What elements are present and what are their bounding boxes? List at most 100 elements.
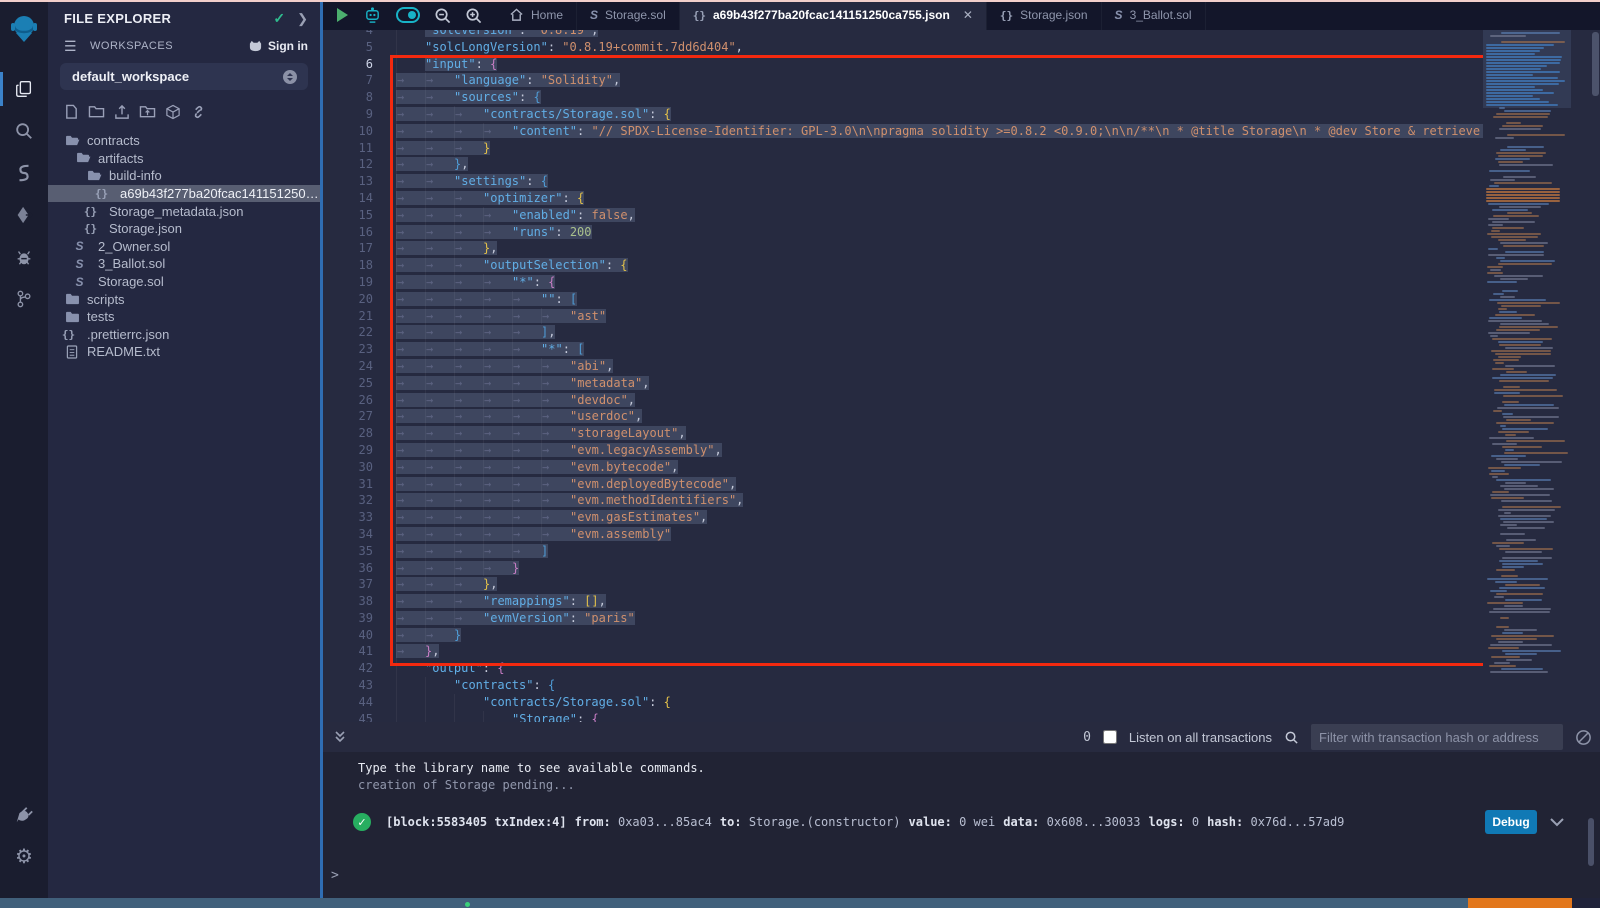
editor-tab[interactable]: Home (496, 0, 577, 30)
code-line: "input": { (396, 56, 1560, 73)
tree-item[interactable]: contracts (48, 132, 320, 150)
sign-in-button[interactable]: Sign in (248, 39, 308, 53)
github-icon (248, 39, 263, 53)
tree-item[interactable]: {}Storage_metadata.json (48, 202, 320, 220)
tree-item[interactable]: SStorage.sol (48, 273, 320, 291)
line-numbers-gutter: 4567891011121314151617181920212223242526… (323, 30, 373, 722)
tab-bar: Home SStorage.sol {} a69b43f277ba20fcac1411… (323, 0, 1600, 30)
folder-new-icon[interactable] (88, 104, 105, 120)
code-editor[interactable]: 4567891011121314151617181920212223242526… (323, 30, 1600, 722)
status-green-dot (465, 902, 470, 907)
code-line: "contracts": { (396, 677, 1560, 694)
code-line: →→→→→→"evm.legacyAssembly", (396, 442, 1560, 459)
search-icon[interactable] (1284, 730, 1299, 745)
code-line: →→→}, (396, 240, 1560, 257)
tree-item[interactable]: {}a69b43f277ba20fcac141151250ca7... (48, 185, 320, 203)
main-area: Home SStorage.sol {} a69b43f277ba20fcac1411… (323, 0, 1600, 898)
code-line: "Storage": { (396, 711, 1560, 722)
tree-item[interactable]: artifacts (48, 150, 320, 168)
git-icon[interactable] (0, 278, 48, 320)
code-line: →→→→→] (396, 543, 1560, 560)
transaction-expand-chevron-icon[interactable] (1549, 817, 1565, 827)
editor-tab[interactable]: {} a69b43f277ba20fcac141151250ca755.json ✕ (680, 0, 987, 30)
listen-all-transactions-checkbox[interactable] (1103, 730, 1117, 744)
code-line: "solcLongVersion": "0.8.19+commit.7dd6d4… (396, 39, 1560, 56)
status-bar-end-block (1572, 898, 1600, 908)
debug-button[interactable]: Debug (1485, 810, 1537, 834)
terminal-scrollbar-thumb[interactable] (1588, 818, 1594, 866)
tree-item[interactable]: build-info (48, 167, 320, 185)
robot-icon[interactable] (363, 6, 382, 24)
clear-console-icon[interactable] (1575, 729, 1592, 746)
terminal-prompt[interactable]: > (331, 868, 339, 883)
code-line: →→→"remappings": [], (396, 593, 1560, 610)
settings-icon[interactable]: ⚙ (0, 836, 48, 878)
editor-tab[interactable]: S3_Ballot.sol (1102, 0, 1206, 30)
code-line: →→→→"runs": 200 (396, 224, 1560, 241)
json-icon: {} (1000, 8, 1013, 22)
search-icon[interactable] (0, 110, 48, 152)
status-bar (0, 898, 1600, 908)
tree-item[interactable]: README.txt (48, 343, 320, 361)
file-explorer-panel: FILE EXPLORER ✓ ❯ ☰ WORKSPACES Sign in d… (48, 0, 320, 898)
transaction-log-row[interactable]: ✓ [block:5583405 txIndex:4]from: 0xa03..… (353, 810, 1583, 834)
folder-icon (64, 311, 80, 323)
tree-item[interactable]: tests (48, 308, 320, 326)
code-line: →→→"evmVersion": "paris" (396, 610, 1560, 627)
editor-tab[interactable]: SStorage.sol (577, 0, 680, 30)
tree-item[interactable]: {}.prettierrc.json (48, 326, 320, 344)
folder-open-icon (86, 170, 102, 182)
upload-folder-icon[interactable] (139, 104, 156, 120)
tab-label: a69b43f277ba20fcac141151250ca755.json (713, 8, 950, 22)
plugin-manager-icon[interactable] (0, 794, 48, 836)
terminal-expand-icon[interactable] (333, 730, 347, 744)
solidity-compiler-icon[interactable] (0, 152, 48, 194)
json-icon: {} (86, 222, 102, 235)
code-line: →→→→→→"ast" (396, 308, 1560, 325)
workspace-selector[interactable]: default_workspace (60, 63, 308, 90)
scam-alert-badge[interactable] (1468, 898, 1572, 908)
code-line: →→→→→], (396, 324, 1560, 341)
code-line: →→→→→"*": [ (396, 341, 1560, 358)
zoom-in-icon[interactable] (465, 7, 482, 24)
window-top-edge (0, 0, 1600, 2)
zoom-out-icon[interactable] (434, 7, 451, 24)
tree-item[interactable]: S2_Owner.sol (48, 238, 320, 256)
code-line: →→→→"enabled": false, (396, 207, 1560, 224)
editor-scrollbar-thumb[interactable] (1592, 32, 1599, 96)
hamburger-menu-icon[interactable]: ☰ (64, 39, 80, 53)
minimap[interactable] (1483, 30, 1571, 722)
code-line: →→→→} (396, 560, 1560, 577)
tree-item[interactable]: scripts (48, 290, 320, 308)
tree-item-label: contracts (87, 133, 140, 148)
file-new-icon[interactable] (64, 104, 79, 120)
tree-item-label: tests (87, 309, 114, 324)
status-workspace-text (0, 898, 10, 901)
panel-title: FILE EXPLORER (64, 11, 273, 26)
deploy-run-icon[interactable] (0, 194, 48, 236)
file-explorer-icon[interactable] (0, 68, 48, 110)
open-tabs: Home SStorage.sol {} a69b43f277ba20fcac1411… (496, 0, 1206, 30)
panel-resize-handle[interactable] (320, 0, 323, 898)
workspaces-row: ☰ WORKSPACES Sign in (48, 33, 320, 57)
upload-file-icon[interactable] (114, 104, 130, 120)
cube-icon[interactable] (165, 104, 181, 120)
debugger-icon[interactable] (0, 236, 48, 278)
editor-tab[interactable]: {}Storage.json (987, 0, 1102, 30)
chevron-right-icon[interactable]: ❯ (297, 11, 308, 27)
solidity-icon: S (75, 257, 91, 271)
tree-item[interactable]: {}Storage.json (48, 220, 320, 238)
ai-toggle-icon[interactable] (396, 7, 420, 23)
code-line: →→→"contracts/Storage.sol": { (396, 106, 1560, 123)
code-line: "solcVersion": "0.8.19", (396, 30, 1560, 39)
tree-item[interactable]: S3_Ballot.sol (48, 255, 320, 273)
link-icon[interactable] (190, 104, 207, 120)
code-line: →→"sources": { (396, 89, 1560, 106)
transaction-filter-input[interactable] (1311, 724, 1563, 750)
tree-item-label: build-info (109, 168, 162, 183)
play-icon[interactable] (335, 7, 349, 23)
code-line: →→→→"content": "// SPDX-License-Identifi… (396, 123, 1560, 140)
close-tab-icon[interactable]: ✕ (963, 8, 973, 22)
json-icon: {} (693, 8, 706, 22)
tab-label: Home (531, 8, 563, 22)
